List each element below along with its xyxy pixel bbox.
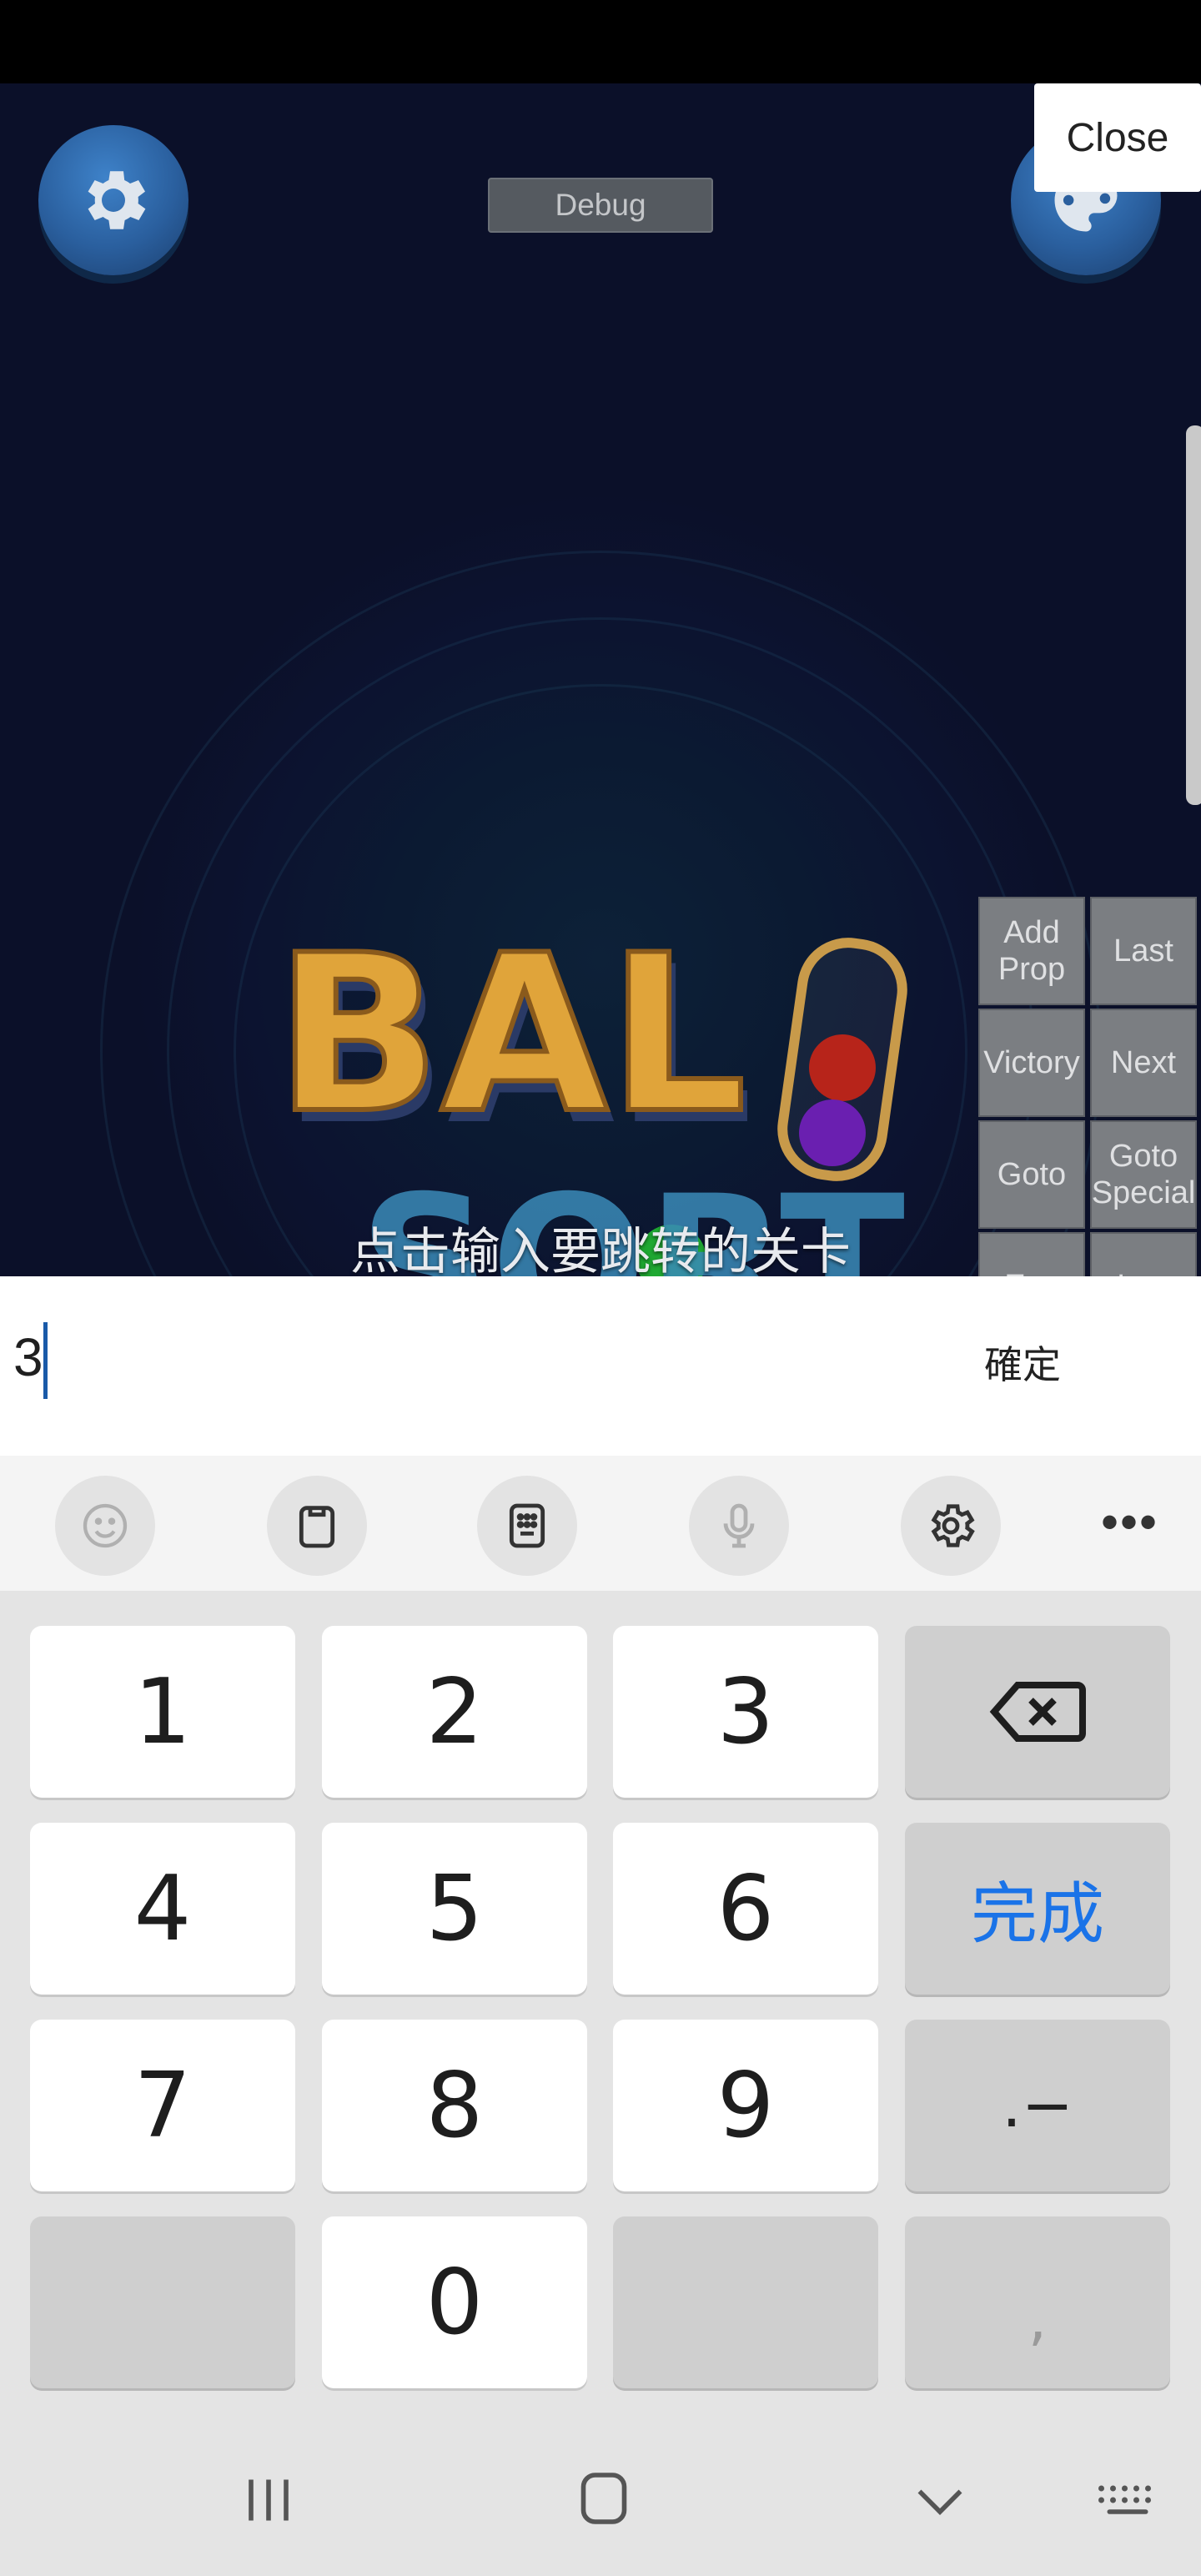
mic-icon: [723, 1503, 755, 1548]
key-0[interactable]: 0: [322, 2216, 587, 2388]
key-8[interactable]: 8: [322, 2020, 587, 2191]
victory-button[interactable]: Victory: [978, 1009, 1085, 1117]
home-icon[interactable]: [569, 2463, 639, 2533]
clipboard-button[interactable]: [267, 1476, 367, 1576]
next-button[interactable]: Next: [1090, 1009, 1197, 1117]
text-caret: [43, 1322, 48, 1399]
key-5[interactable]: 5: [322, 1823, 587, 1995]
keypad-icon: [509, 1503, 545, 1548]
key-2[interactable]: 2: [322, 1626, 587, 1798]
backspace-key[interactable]: [905, 1626, 1170, 1798]
empty-key-left: [30, 2216, 295, 2388]
keyboard-switch-icon[interactable]: [1093, 2465, 1163, 2535]
level-input-bar: 3 確定: [0, 1276, 1201, 1456]
status-bar: [0, 0, 1201, 83]
settings-icon: [931, 1504, 975, 1547]
settings-button[interactable]: [38, 125, 188, 275]
back-icon[interactable]: [905, 2465, 975, 2535]
key-4[interactable]: 4: [30, 1823, 295, 1995]
keypad-button[interactable]: [477, 1476, 577, 1576]
key-1[interactable]: 1: [30, 1626, 295, 1798]
level-input[interactable]: 3: [13, 1326, 43, 1388]
close-button[interactable]: Close: [1034, 83, 1201, 192]
tube-icon: [777, 938, 907, 1181]
key-7[interactable]: 7: [30, 2020, 295, 2191]
keyboard-toolbar: •••: [0, 1456, 1201, 1591]
key-3[interactable]: 3: [613, 1626, 878, 1798]
keyboard-settings-button[interactable]: [901, 1476, 1001, 1576]
emoji-button[interactable]: [55, 1476, 155, 1576]
numeric-keypad: 1 2 3 4 5 6 完成 7 8 9 .− 0 ,: [0, 1591, 1201, 2425]
comma-key[interactable]: ,: [905, 2216, 1170, 2388]
recent-apps-icon[interactable]: [234, 2465, 304, 2535]
scrollbar[interactable]: [1186, 425, 1201, 805]
more-icon[interactable]: •••: [1101, 1497, 1158, 1547]
goto-level-hint: 点击输入要跳转的关卡: [350, 1223, 851, 1276]
logo-word-ball-front: BAL: [275, 909, 746, 1161]
gear-icon: [88, 171, 146, 229]
add-prop-button[interactable]: Add Prop: [978, 897, 1085, 1005]
emoji-icon: [83, 1503, 128, 1548]
game-screen: Debug Close BAL BAL SORT Add Prop Last V…: [0, 83, 1201, 1276]
decimal-minus-key[interactable]: .−: [905, 2020, 1170, 2191]
empty-key-right: [613, 2216, 878, 2388]
key-6[interactable]: 6: [613, 1823, 878, 1995]
clipboard-icon: [299, 1506, 335, 1548]
backspace-icon: [989, 1682, 1086, 1742]
navigation-bar: [0, 2423, 1201, 2576]
debug-button[interactable]: Debug: [488, 178, 713, 233]
voice-input-button[interactable]: [689, 1476, 789, 1576]
key-9[interactable]: 9: [613, 2020, 878, 2191]
last-button[interactable]: Last: [1090, 897, 1197, 1005]
confirm-button[interactable]: 確定: [984, 1335, 1061, 1390]
done-key[interactable]: 完成: [905, 1823, 1170, 1995]
